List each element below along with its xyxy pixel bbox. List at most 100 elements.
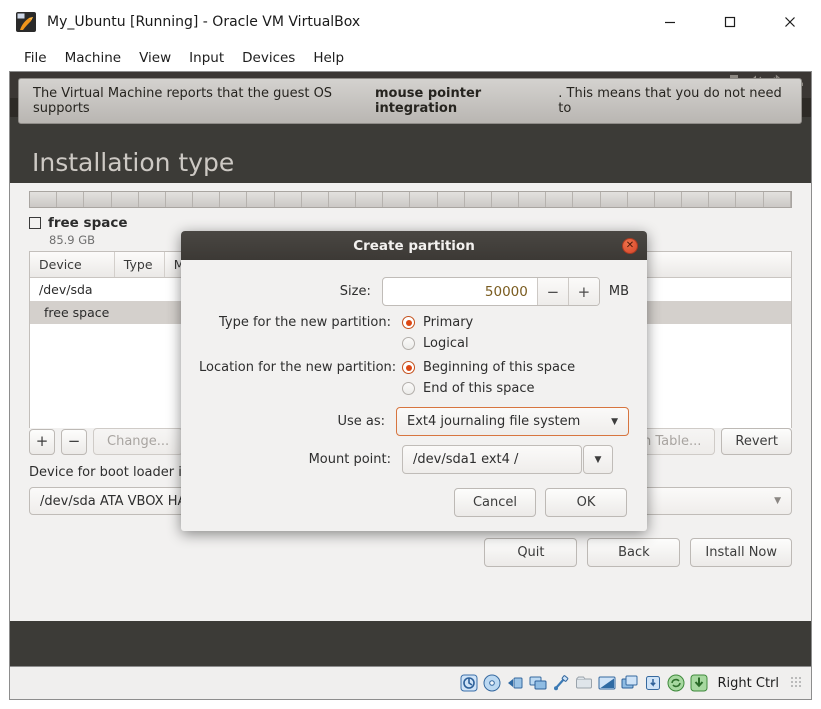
menu-devices[interactable]: Devices: [233, 48, 304, 68]
virtualbox-window: My_Ubuntu [Running] - Oracle VM VirtualB…: [0, 0, 821, 709]
notification-text-bold: mouse pointer integration: [375, 86, 482, 116]
menu-view[interactable]: View: [130, 48, 180, 68]
partition-bar-segment: [546, 192, 574, 207]
revert-button[interactable]: Revert: [721, 428, 792, 455]
recording-icon[interactable]: [621, 674, 639, 692]
free-space-checkbox[interactable]: [29, 217, 41, 229]
column-header-device[interactable]: Device: [30, 252, 115, 277]
radio-beginning-indicator[interactable]: [402, 361, 415, 374]
location-row-end: End of this space: [199, 381, 629, 396]
vbox-statusbar: Right Ctrl: [9, 667, 812, 700]
mouse-integration-notification: The Virtual Machine reports that the gue…: [18, 78, 802, 124]
virtualbox-logo-icon: [16, 12, 36, 32]
installer-footer-buttons: Quit Back Install Now: [484, 538, 792, 567]
back-button[interactable]: Back: [587, 538, 681, 567]
partition-bar-segment: [383, 192, 411, 207]
hard-disk-icon[interactable]: [460, 674, 478, 692]
dialog-close-icon[interactable]: ✕: [622, 238, 638, 254]
size-label: Size:: [339, 284, 371, 299]
cpu-icon[interactable]: [644, 674, 662, 692]
size-stepper[interactable]: − +: [381, 277, 600, 306]
partition-bar-segment: [573, 192, 601, 207]
partition-bar-segment: [220, 192, 248, 207]
size-row: Size: − + MB: [199, 277, 629, 306]
radio-logical-label: Logical: [423, 336, 469, 351]
radio-logical[interactable]: Logical: [402, 336, 469, 351]
mount-point-dropdown-button[interactable]: ▼: [583, 445, 613, 474]
partition-bar-segment: [247, 192, 275, 207]
partition-bar-segment: [519, 192, 547, 207]
cancel-button[interactable]: Cancel: [454, 488, 536, 517]
partition-bar-segment: [682, 192, 710, 207]
column-header-type[interactable]: Type: [115, 252, 165, 277]
size-input[interactable]: [382, 278, 537, 305]
partition-bar-segment: [30, 192, 58, 207]
radio-primary-label: Primary: [423, 315, 474, 330]
partition-type-row: Type for the new partition: Primary: [199, 315, 629, 330]
mouse-capture-icon[interactable]: [690, 674, 708, 692]
floppy-disk-icon[interactable]: [506, 674, 524, 692]
partition-bar-segment: [628, 192, 655, 207]
free-space-size: 85.9 GB: [49, 233, 96, 247]
mount-point-input[interactable]: /dev/sda1 ext4 /: [402, 445, 582, 474]
change-partition-button[interactable]: Change...: [93, 428, 184, 455]
mount-point-label: Mount point:: [308, 452, 391, 467]
network-adapter-icon[interactable]: [529, 674, 547, 692]
resize-grip[interactable]: [791, 677, 803, 689]
quit-button[interactable]: Quit: [484, 538, 578, 567]
chevron-down-icon: ▼: [774, 496, 781, 506]
size-increment-button[interactable]: +: [567, 278, 599, 305]
free-space-label: free space: [48, 215, 128, 231]
dialog-titlebar: Create partition ✕: [181, 231, 647, 260]
menu-file[interactable]: File: [15, 48, 56, 68]
page-title: Installation type: [32, 147, 235, 177]
installer-bottom-bar: [10, 621, 811, 666]
menu-input[interactable]: Input: [180, 48, 233, 68]
add-partition-button[interactable]: +: [29, 428, 55, 455]
minimize-button[interactable]: [647, 7, 693, 37]
menu-help[interactable]: Help: [304, 48, 353, 68]
size-decrement-button[interactable]: −: [536, 278, 568, 305]
vm-display[interactable]: Wed 10:14 Installation type: [9, 71, 812, 667]
partition-bar-segment: [410, 192, 438, 207]
radio-end-indicator[interactable]: [402, 382, 415, 395]
installer-header: Installation type: [10, 117, 811, 183]
radio-beginning-of-space[interactable]: Beginning of this space: [402, 360, 575, 375]
use-as-select[interactable]: Ext4 journaling file system ▼: [396, 407, 629, 436]
shared-folders-icon[interactable]: [575, 674, 593, 692]
create-partition-dialog: Create partition ✕ Size: − + MB: [181, 231, 647, 531]
display-icon[interactable]: [598, 674, 616, 692]
partition-bar-segment: [302, 192, 329, 207]
host-keyboard-icon[interactable]: [667, 674, 685, 692]
radio-beginning-label: Beginning of this space: [423, 360, 576, 375]
dialog-body: Size: − + MB Type for the new partition:: [181, 260, 647, 531]
partition-usage-bar: [29, 191, 792, 208]
partition-type-row-logical: Logical: [199, 336, 629, 351]
partition-bar-segment: [438, 192, 465, 207]
install-now-button[interactable]: Install Now: [690, 538, 792, 567]
cell-device: free space: [44, 305, 110, 320]
chevron-down-icon: ▼: [611, 416, 618, 427]
radio-primary[interactable]: Primary: [402, 315, 473, 330]
remove-partition-button[interactable]: −: [61, 428, 87, 455]
chevron-down-icon: ▼: [594, 454, 602, 465]
partition-bar-segment: [492, 192, 520, 207]
radio-primary-indicator[interactable]: [402, 316, 415, 329]
optical-disk-icon[interactable]: [483, 674, 501, 692]
ok-button[interactable]: OK: [545, 488, 627, 517]
partition-bar-segment: [764, 192, 791, 207]
partition-bar-segment: [356, 192, 384, 207]
mount-point-row: Mount point: /dev/sda1 ext4 / ▼: [199, 445, 629, 474]
maximize-button[interactable]: [707, 7, 753, 37]
partition-bar-segment: [166, 192, 194, 207]
menu-machine[interactable]: Machine: [56, 48, 131, 68]
close-button[interactable]: [767, 7, 813, 37]
partition-bar-segment: [736, 192, 764, 207]
use-as-label: Use as:: [337, 414, 385, 429]
partition-toolbar: + − Change...: [29, 428, 184, 455]
partition-bar-segment: [84, 192, 112, 207]
radio-logical-indicator[interactable]: [402, 337, 415, 350]
usb-icon[interactable]: [552, 674, 570, 692]
radio-end-of-space[interactable]: End of this space: [402, 381, 535, 396]
notification-text-before: The Virtual Machine reports that the gue…: [33, 86, 333, 116]
